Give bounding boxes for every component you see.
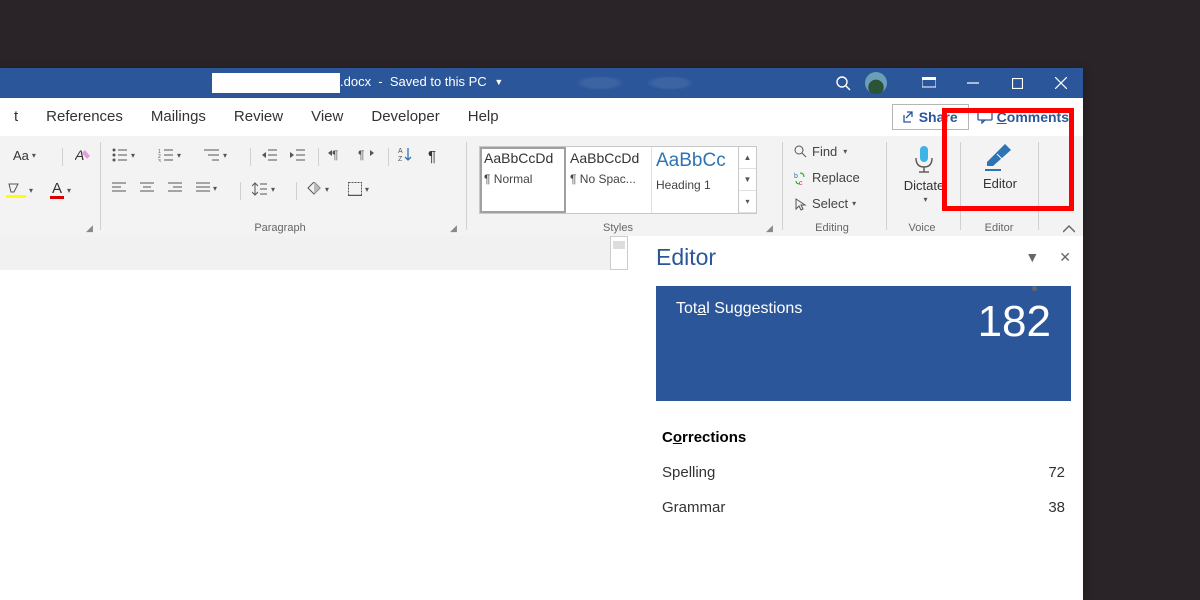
group-styles: Styles [478, 222, 758, 234]
filename-redacted [212, 73, 340, 93]
dictate-button[interactable]: Dictate ▾ [894, 142, 954, 216]
align-center-button[interactable] [140, 182, 154, 194]
vertical-ruler[interactable] [610, 236, 628, 270]
align-left-button[interactable] [112, 182, 126, 194]
menubar: t References Mailings Review View Develo… [0, 98, 1083, 136]
editor-pane: Editor ▼ ✕ Total Suggestions 182 Correct… [644, 236, 1083, 600]
file-ext: .docx [340, 74, 371, 89]
suggestions-label: Total Suggestions [676, 300, 802, 387]
align-right-button[interactable] [168, 182, 182, 194]
svg-text:A: A [75, 147, 84, 163]
font-size-button[interactable]: Aa▾ [13, 148, 36, 163]
multilevel-button[interactable]: ▾ [204, 148, 227, 162]
font-color-button[interactable]: A▾ [50, 182, 71, 199]
tab-cut[interactable]: t [0, 98, 32, 136]
tab-review[interactable]: Review [220, 98, 297, 136]
avatar[interactable] [865, 72, 887, 94]
style-normal[interactable]: AaBbCcDd Normal [480, 147, 566, 213]
styles-gallery[interactable]: AaBbCcDd Normal AaBbCcDd No Spac... AaBb… [479, 146, 757, 214]
tab-developer[interactable]: Developer [357, 98, 453, 136]
ribbon: Aa▾ A ▾ A▾ ◢ ▾ 123▾ ▾ ¶¶ [0, 136, 1083, 236]
numbering-button[interactable]: 123▾ [158, 148, 181, 162]
suggestions-card[interactable]: Total Suggestions 182 [656, 286, 1071, 401]
comments-key: C [997, 109, 1007, 125]
shading-button[interactable]: ▾ [306, 182, 329, 196]
ribbon-display-icon[interactable] [907, 68, 951, 98]
decrease-indent-button[interactable] [262, 148, 278, 162]
svg-text:3: 3 [158, 159, 161, 162]
row-grammar[interactable]: Grammar 38 [662, 499, 1065, 516]
pilcrow-button[interactable]: ¶ [428, 148, 436, 165]
tab-help[interactable]: Help [454, 98, 513, 136]
minimize-button[interactable] [951, 68, 995, 98]
document-area [0, 236, 628, 600]
justify-button[interactable]: ▾ [196, 182, 217, 194]
svg-text:¶: ¶ [332, 148, 338, 162]
find-button[interactable]: Find▾ [794, 144, 847, 159]
pane-title: Editor [656, 244, 716, 271]
comments-button[interactable]: Comments [977, 109, 1069, 125]
increase-indent-button[interactable] [290, 148, 306, 162]
chevron-down-icon[interactable]: ▼ [494, 77, 503, 87]
select-button[interactable]: Select▾ [794, 196, 856, 211]
style-no-spacing[interactable]: AaBbCcDd No Spac... [566, 147, 652, 213]
close-button[interactable] [1039, 68, 1083, 98]
tab-view[interactable]: View [297, 98, 357, 136]
dot-icon [1032, 286, 1037, 291]
comments-label: omments [1007, 109, 1069, 125]
share-button[interactable]: Share [892, 104, 969, 130]
word-window: .docx - Saved to this PC ▼ t [0, 68, 1083, 600]
group-voice: Voice [886, 222, 958, 234]
page[interactable] [0, 270, 628, 600]
line-spacing-button[interactable]: ▾ [252, 182, 275, 196]
editor-button[interactable]: Editor [970, 142, 1030, 216]
styles-scroll[interactable]: ▲▼▾ [738, 147, 756, 213]
pane-options-icon[interactable]: ▼ [1025, 249, 1039, 266]
highlight-button[interactable]: ▾ [6, 182, 33, 198]
svg-text:b: b [794, 173, 798, 180]
svg-text:Z: Z [398, 156, 403, 162]
group-editor: Editor [960, 222, 1038, 234]
save-status: Saved to this PC [390, 74, 487, 89]
svg-text:¶: ¶ [358, 148, 364, 162]
tab-references[interactable]: References [32, 98, 137, 136]
collapse-ribbon-icon[interactable] [1063, 224, 1075, 234]
pane-close-icon[interactable]: ✕ [1059, 249, 1071, 266]
search-icon[interactable] [821, 68, 865, 98]
clear-formatting-button[interactable]: A [75, 146, 93, 164]
title-text: .docx - Saved to this PC ▼ [340, 74, 503, 89]
tab-mailings[interactable]: Mailings [137, 98, 220, 136]
style-heading1[interactable]: AaBbCc Heading 1 [652, 147, 738, 213]
corrections-heading: Corrections [662, 429, 1065, 446]
titlebar: .docx - Saved to this PC ▼ [0, 68, 1083, 98]
bullets-button[interactable]: ▾ [112, 148, 135, 162]
suggestions-count: 182 [978, 300, 1051, 387]
maximize-button[interactable] [995, 68, 1039, 98]
group-editing: Editing [782, 222, 882, 234]
group-paragraph: Paragraph [100, 222, 460, 234]
row-spelling[interactable]: Spelling 72 [662, 464, 1065, 481]
rtl-button[interactable]: ¶¶ [328, 148, 346, 162]
svg-text:A: A [398, 148, 403, 155]
share-label: Share [919, 109, 958, 125]
replace-button[interactable]: bc Replace [794, 170, 860, 185]
sort-button[interactable]: AZ [398, 146, 412, 162]
ltr-button[interactable]: ¶ [358, 148, 376, 162]
borders-button[interactable]: ▾ [348, 182, 369, 196]
